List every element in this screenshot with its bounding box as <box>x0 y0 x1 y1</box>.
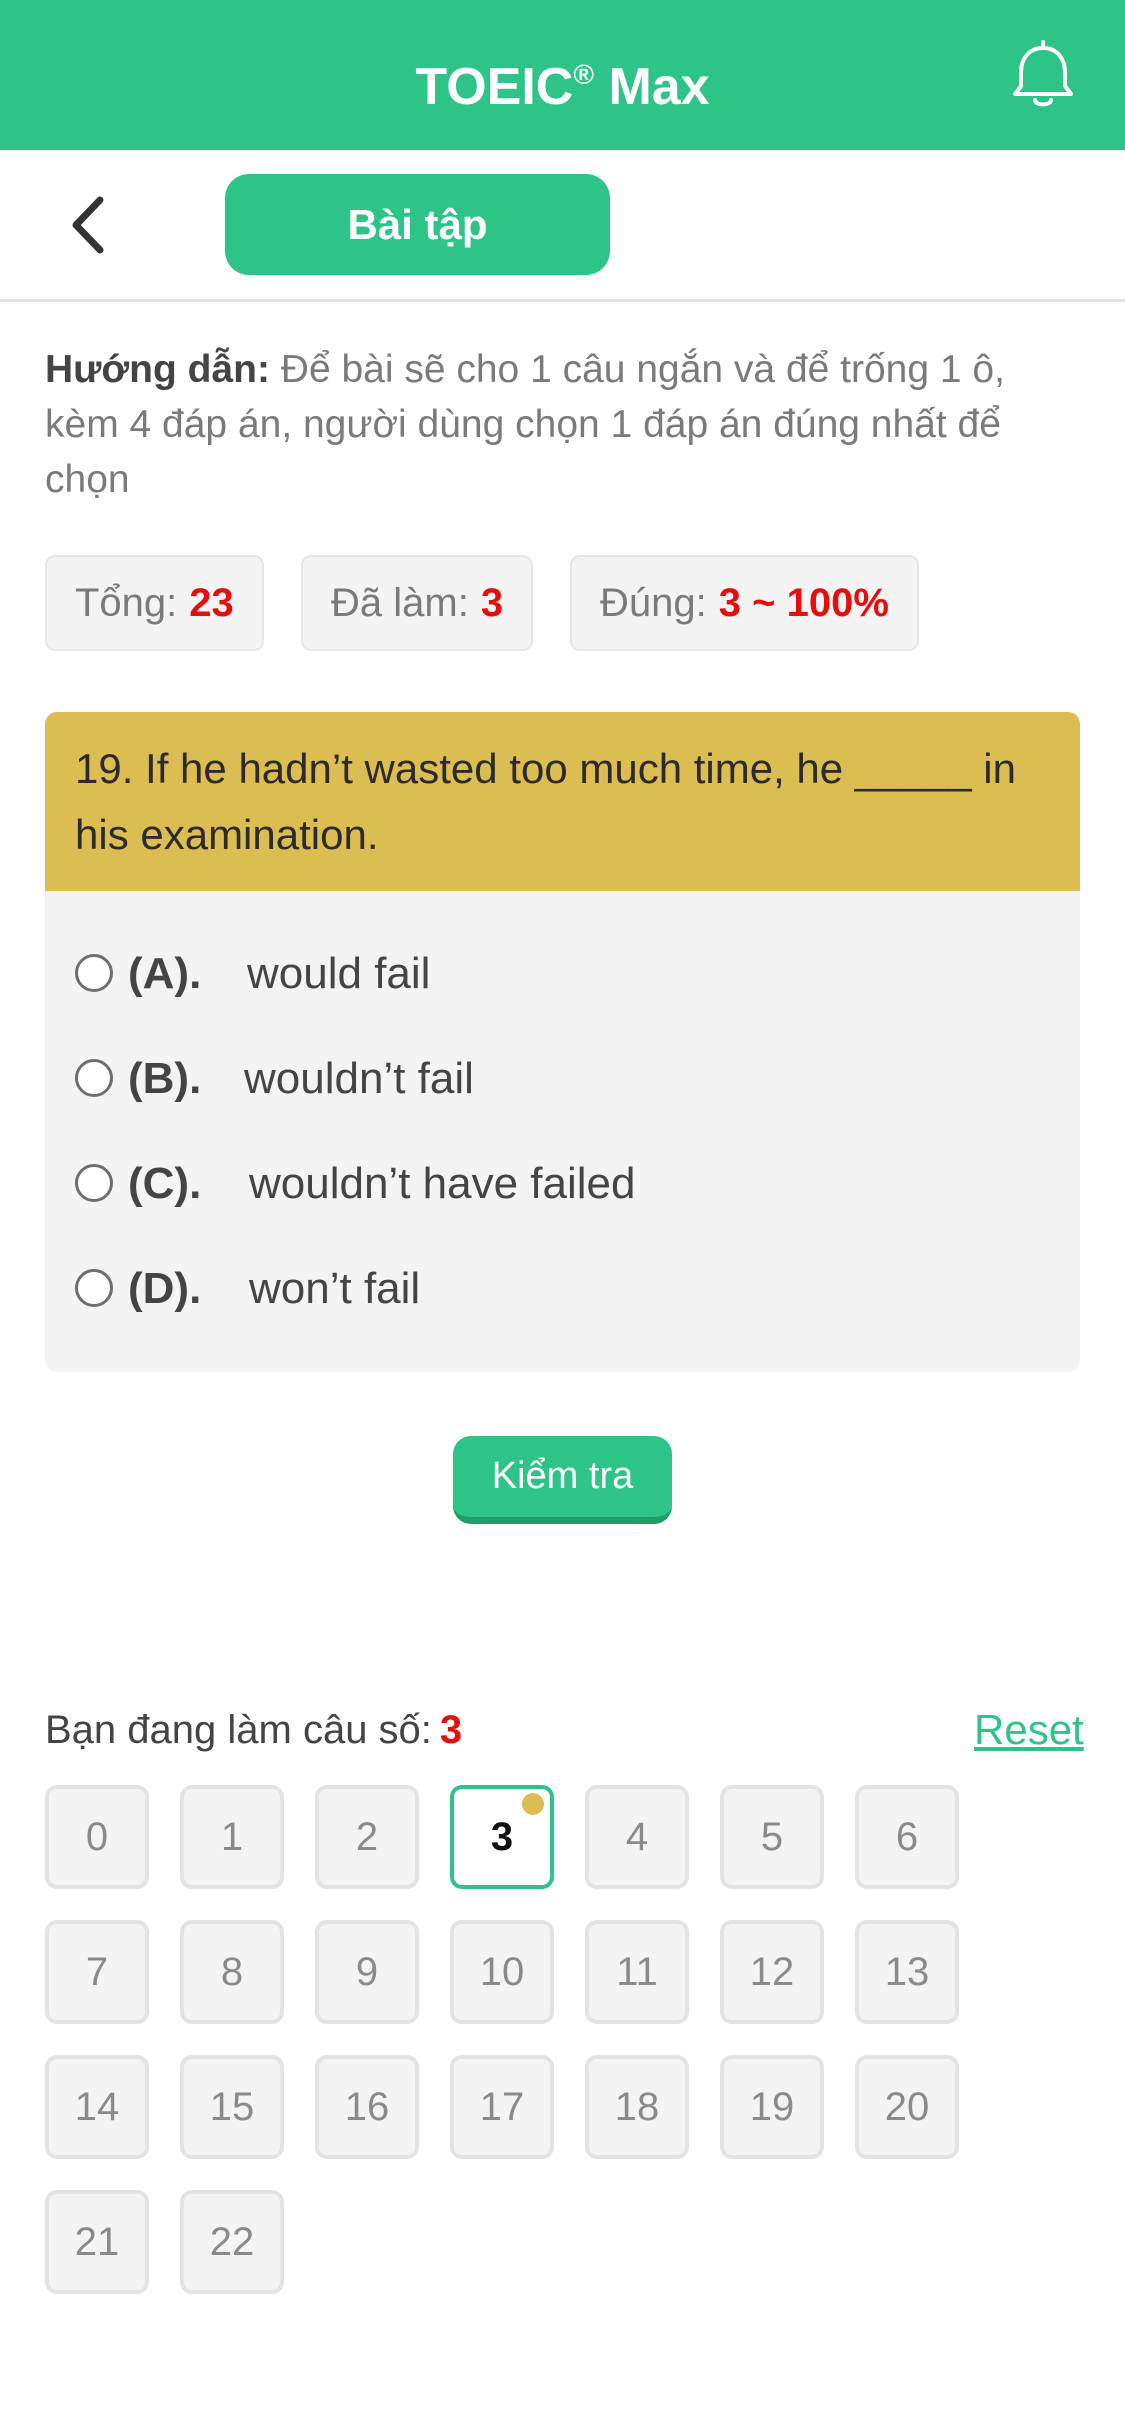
stat-correct: Đúng: 3 ~ 100% <box>570 555 919 651</box>
stat-correct-label: Đúng: <box>600 581 707 625</box>
question-number-label: 15 <box>209 2085 255 2129</box>
question-number-8[interactable]: 8 <box>180 1920 284 2024</box>
radio-button[interactable] <box>75 954 113 992</box>
question-number-label: 21 <box>74 2220 120 2264</box>
question-number-5[interactable]: 5 <box>720 1785 824 1889</box>
check-button[interactable]: Kiểm tra <box>453 1436 672 1524</box>
sub-navigation: Bài tập <box>0 150 1125 302</box>
question-number-14[interactable]: 14 <box>45 2055 149 2159</box>
question-number-9[interactable]: 9 <box>315 1920 419 2024</box>
question-number-19[interactable]: 19 <box>720 2055 824 2159</box>
stat-correct-value: 3 ~ 100% <box>718 581 889 625</box>
question-number-label: 0 <box>85 1815 109 1859</box>
stat-total-label: Tổng: <box>75 581 178 625</box>
option-letter: (A). <box>128 949 202 998</box>
question-number-label: 19 <box>749 2085 795 2129</box>
option-text: would fail <box>247 949 431 998</box>
question-number-label: 11 <box>616 1950 658 1994</box>
current-question-number: 3 <box>439 1708 463 1752</box>
question-number-4[interactable]: 4 <box>585 1785 689 1889</box>
question-number-label: 6 <box>895 1815 919 1859</box>
option-b[interactable]: (B). wouldn’t fail <box>75 1044 1055 1114</box>
question-number-11[interactable]: 11 <box>585 1920 689 2024</box>
instructions: Hướng dẫn: Để bài sẽ cho 1 câu ngắn và đ… <box>45 342 1085 507</box>
radio-button[interactable] <box>75 1059 113 1097</box>
question-number-0[interactable]: 0 <box>45 1785 149 1889</box>
option-c[interactable]: (C). wouldn’t have failed <box>75 1149 1055 1219</box>
question-number-label: 16 <box>344 2085 390 2129</box>
question-number-12[interactable]: 12 <box>720 1920 824 2024</box>
app-title: TOEIC® Max <box>0 0 1125 150</box>
question-number-7[interactable]: 7 <box>45 1920 149 2024</box>
stat-total-value: 23 <box>189 581 234 625</box>
question-header: 19. If he hadn’t wasted too much time, h… <box>45 712 1080 891</box>
bell-icon[interactable] <box>1010 40 1076 112</box>
question-number-3[interactable]: 3 <box>450 1785 554 1889</box>
question-number-22[interactable]: 22 <box>180 2190 284 2294</box>
question-number-16[interactable]: 16 <box>315 2055 419 2159</box>
question-number-label: 18 <box>614 2085 660 2129</box>
question-number-label: 5 <box>760 1815 784 1859</box>
instructions-label: Hướng dẫn: <box>45 348 270 391</box>
current-indicator-dot <box>522 1793 544 1815</box>
question-number-label: 7 <box>85 1950 109 1994</box>
question-number-label: 20 <box>884 2085 930 2129</box>
app-title-suffix: Max <box>594 58 710 116</box>
option-letter: (C). <box>128 1159 202 1208</box>
current-question-label: Bạn đang làm câu số: 3 <box>45 1700 462 1760</box>
option-d[interactable]: (D). won’t fail <box>75 1254 1055 1324</box>
question-number-label: 1 <box>220 1815 244 1859</box>
question-card: 19. If he hadn’t wasted too much time, h… <box>45 712 1080 1372</box>
question-number-label: 3 <box>490 1815 514 1859</box>
back-arrow-icon[interactable] <box>60 190 120 260</box>
registered-mark: ® <box>573 59 594 90</box>
question-number-6[interactable]: 6 <box>855 1785 959 1889</box>
question-text: 19. If he hadn’t wasted too much time, h… <box>75 745 1016 858</box>
question-number-17[interactable]: 17 <box>450 2055 554 2159</box>
stat-done-label: Đã làm: <box>331 581 469 625</box>
option-text: won’t fail <box>249 1264 421 1313</box>
app-title-text: TOEIC <box>415 58 574 116</box>
question-number-10[interactable]: 10 <box>450 1920 554 2024</box>
question-number-15[interactable]: 15 <box>180 2055 284 2159</box>
radio-button[interactable] <box>75 1269 113 1307</box>
question-number-label: 12 <box>749 1950 795 1994</box>
question-number-13[interactable]: 13 <box>855 1920 959 2024</box>
question-number-label: 9 <box>355 1950 379 1994</box>
question-number-label: 8 <box>220 1950 244 1994</box>
tab-exercises[interactable]: Bài tập <box>225 174 610 275</box>
question-number-18[interactable]: 18 <box>585 2055 689 2159</box>
option-letter: (D). <box>128 1264 202 1313</box>
radio-button[interactable] <box>75 1164 113 1202</box>
option-a[interactable]: (A). would fail <box>75 939 1055 1009</box>
question-number-label: 14 <box>74 2085 120 2129</box>
question-number-label: 4 <box>625 1815 649 1859</box>
question-number-2[interactable]: 2 <box>315 1785 419 1889</box>
option-letter: (B). <box>128 1054 202 1103</box>
stat-done: Đã làm: 3 <box>301 555 534 651</box>
question-number-label: 13 <box>884 1950 930 1994</box>
question-number-1[interactable]: 1 <box>180 1785 284 1889</box>
app-header: TOEIC® Max <box>0 0 1125 150</box>
stat-done-value: 3 <box>480 581 504 625</box>
question-number-label: 22 <box>209 2220 255 2264</box>
question-number-21[interactable]: 21 <box>45 2190 149 2294</box>
current-question-text: Bạn đang làm câu số: <box>45 1708 432 1752</box>
question-number-20[interactable]: 20 <box>855 2055 959 2159</box>
question-number-label: 17 <box>479 2085 525 2129</box>
option-text: wouldn’t fail <box>244 1054 474 1103</box>
question-number-label: 2 <box>355 1815 379 1859</box>
option-text: wouldn’t have failed <box>249 1159 636 1208</box>
stat-total: Tổng: 23 <box>45 555 264 651</box>
reset-link[interactable]: Reset <box>974 1700 1084 1760</box>
question-number-label: 10 <box>479 1950 525 1994</box>
